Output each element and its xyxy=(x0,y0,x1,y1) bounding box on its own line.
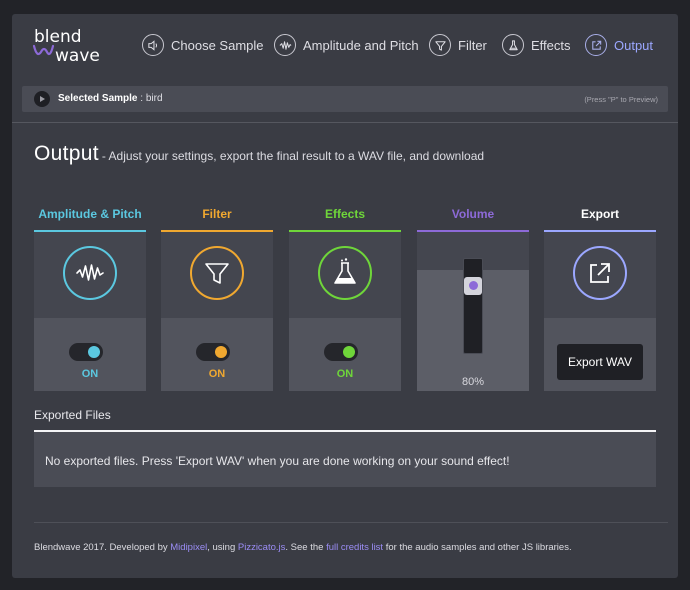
page-heading: Output - Adjust your settings, export th… xyxy=(34,142,484,166)
flask-icon xyxy=(318,246,372,300)
card-title: Volume xyxy=(451,207,495,221)
nav-label: Filter xyxy=(458,37,487,53)
export-wav-button[interactable]: Export WAV xyxy=(557,344,643,380)
selected-sample-bar: Selected Sample : bird (Press "P" to Pre… xyxy=(22,86,668,112)
card-title: Effects xyxy=(324,207,365,221)
separator: : xyxy=(137,93,146,104)
volume-card: Volume 80% xyxy=(417,205,529,391)
footer: Blendwave 2017. Developed by Midipixel, … xyxy=(34,542,572,553)
logo-text-wave: wave xyxy=(55,46,100,66)
page-description: - Adjust your settings, export the final… xyxy=(101,149,485,163)
filter-card: Filter ON xyxy=(161,205,273,391)
link-pizzicato[interactable]: Pizzicato.js xyxy=(238,542,286,553)
link-midipixel[interactable]: Midipixel xyxy=(170,542,207,553)
waveform-icon xyxy=(63,246,117,300)
amplitude-toggle[interactable] xyxy=(69,343,103,361)
amplitude-state: ON xyxy=(81,368,99,380)
nav-choose-sample[interactable]: Choose Sample xyxy=(142,32,264,58)
card-title: Amplitude & Pitch xyxy=(38,207,142,221)
volume-slider[interactable] xyxy=(463,258,483,354)
effects-card: Effects ON xyxy=(289,205,401,391)
empty-message: No exported files. Press 'Export WAV' wh… xyxy=(45,454,510,468)
divider xyxy=(12,122,678,123)
card-title: Filter xyxy=(202,207,232,221)
nav-label: Amplitude and Pitch xyxy=(303,37,419,53)
divider xyxy=(34,522,668,523)
external-link-icon xyxy=(573,246,627,300)
blendwave-logo[interactable]: blend wave xyxy=(32,22,112,66)
exported-files-list: No exported files. Press 'Export WAV' wh… xyxy=(34,432,656,487)
play-icon xyxy=(40,96,45,102)
header: blend wave Choose Sample Amplitude and P… xyxy=(12,14,678,76)
app-window: blend wave Choose Sample Amplitude and P… xyxy=(12,14,678,578)
funnel-icon xyxy=(429,34,451,56)
nav-output[interactable]: Output xyxy=(585,32,653,58)
exported-files-title: Exported Files xyxy=(34,408,111,422)
effects-toggle[interactable] xyxy=(324,343,358,361)
effects-state: ON xyxy=(336,368,354,380)
nav-effects[interactable]: Effects xyxy=(502,32,571,58)
link-full-credits[interactable]: full credits list xyxy=(326,542,383,553)
nav-label: Output xyxy=(614,37,654,53)
selected-sample-label: Selected Sample xyxy=(58,93,138,104)
card-title: Export xyxy=(580,207,619,221)
logo-text-blend: blend xyxy=(34,27,82,47)
external-link-icon xyxy=(585,34,607,56)
play-button[interactable] xyxy=(34,91,50,107)
funnel-icon xyxy=(190,246,244,300)
volume-slider-handle[interactable] xyxy=(464,276,482,295)
amplitude-pitch-card: Amplitude & Pitch ON xyxy=(34,205,146,391)
nav-label: Effects xyxy=(531,37,571,53)
preview-hint: (Press "P" to Preview) xyxy=(584,95,658,104)
nav-amplitude-pitch[interactable]: Amplitude and Pitch xyxy=(274,32,419,58)
speaker-icon xyxy=(142,34,164,56)
page-title: Output xyxy=(34,142,99,165)
volume-value: 80% xyxy=(461,376,485,388)
filter-state: ON xyxy=(208,368,226,380)
selected-sample-value: bird xyxy=(145,93,163,104)
waveform-icon xyxy=(274,34,296,56)
export-card: Export Export WAV xyxy=(544,205,656,391)
selected-sample-text: Selected Sample : bird xyxy=(58,93,163,104)
filter-toggle[interactable] xyxy=(196,343,230,361)
flask-icon xyxy=(502,34,524,56)
nav-filter[interactable]: Filter xyxy=(429,32,487,58)
nav-label: Choose Sample xyxy=(171,37,264,53)
